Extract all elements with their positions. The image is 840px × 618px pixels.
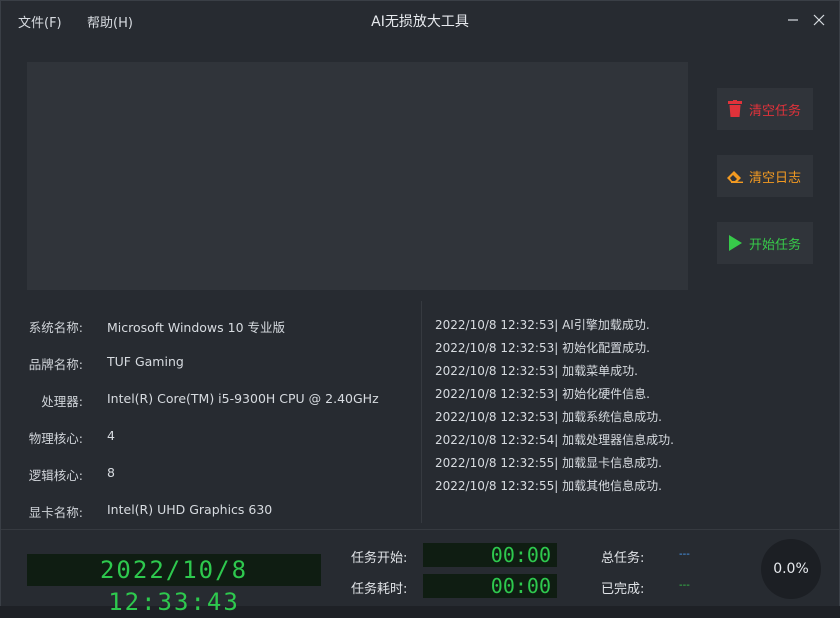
close-button[interactable] [807, 9, 831, 31]
log-line: 2022/10/8 12:32:55| 加载其他信息成功. [435, 479, 662, 493]
clear-tasks-button[interactable]: 清空任务 [717, 88, 813, 130]
info-key: 逻辑核心: [28, 468, 83, 483]
system-info-panel: 系统名称: Microsoft Windows 10 专业版 品牌名称: TUF… [13, 301, 419, 527]
info-value: 8 [107, 465, 115, 480]
info-key: 品牌名称: [28, 357, 83, 372]
log-line: 2022/10/8 12:32:55| 加载显卡信息成功. [435, 456, 662, 470]
clear-tasks-label: 清空任务 [749, 103, 802, 119]
minimize-icon [788, 19, 798, 21]
info-value: Intel(R) Core(TM) i5-9300H CPU @ 2.40GHz [107, 391, 379, 406]
info-row-gpu: 显卡名称: Intel(R) UHD Graphics 630 [13, 502, 419, 522]
info-value: 4 [107, 428, 115, 443]
start-task-button[interactable]: 开始任务 [717, 222, 813, 264]
task-preview-area[interactable] [27, 62, 688, 290]
eraser-icon [725, 166, 745, 186]
start-task-label: 开始任务 [749, 237, 802, 253]
minimize-button[interactable] [781, 9, 805, 31]
log-line: 2022/10/8 12:32:53| 初始化配置成功. [435, 341, 650, 355]
log-line: 2022/10/8 12:32:54| 加载处理器信息成功. [435, 433, 674, 447]
log-panel[interactable]: 2022/10/8 12:32:53| AI引擎加载成功. 2022/10/8 … [435, 309, 825, 519]
info-row-cpu: 处理器: Intel(R) Core(TM) i5-9300H CPU @ 2.… [13, 391, 419, 411]
log-line: 2022/10/8 12:32:53| AI引擎加载成功. [435, 318, 650, 332]
app-window: 文件(F) 帮助(H) AI无损放大工具 清空任务 清空日志 开始任务 系统名称… [0, 0, 840, 616]
task-elapsed-display: 00:00 [423, 574, 557, 598]
info-value: Microsoft Windows 10 专业版 [107, 320, 286, 335]
title-bar: 文件(F) 帮助(H) AI无损放大工具 [1, 1, 839, 41]
clock-display: 2022/10/8 12:33:43 [27, 554, 321, 616]
info-key: 系统名称: [28, 320, 83, 335]
info-key: 物理核心: [28, 431, 83, 446]
task-start-label: 任务开始: [351, 551, 408, 566]
info-row-physical-cores: 物理核心: 4 [13, 428, 419, 448]
info-key: 处理器: [41, 394, 83, 409]
info-row-os: 系统名称: Microsoft Windows 10 专业版 [13, 317, 419, 337]
window-title: AI无损放大工具 [371, 14, 469, 30]
progress-ring: 0.0% [761, 539, 821, 599]
log-line: 2022/10/8 12:32:53| 加载系统信息成功. [435, 410, 662, 424]
task-start-display: 00:00 [423, 543, 557, 567]
total-tasks-label: 总任务: [601, 551, 645, 566]
progress-percent: 0.0% [773, 561, 809, 577]
task-elapsed-label: 任务耗时: [351, 582, 408, 597]
total-tasks-value: --- [679, 549, 690, 560]
info-row-logical-cores: 逻辑核心: 8 [13, 465, 419, 485]
completed-value: --- [679, 580, 690, 591]
divider [421, 301, 422, 523]
close-icon [813, 14, 825, 26]
info-value: TUF Gaming [107, 354, 184, 369]
clear-log-button[interactable]: 清空日志 [717, 155, 813, 197]
status-bar: 2022/10/8 12:33:43 任务开始: 00:00 任务耗时: 00:… [1, 529, 839, 616]
completed-label: 已完成: [601, 582, 645, 597]
info-key: 显卡名称: [28, 505, 83, 520]
log-line: 2022/10/8 12:32:53| 加载菜单成功. [435, 364, 638, 378]
trash-icon [725, 99, 745, 119]
log-line: 2022/10/8 12:32:53| 初始化硬件信息. [435, 387, 650, 401]
play-icon [725, 233, 745, 253]
clear-log-label: 清空日志 [749, 170, 802, 186]
info-value: Intel(R) UHD Graphics 630 [107, 502, 273, 517]
info-row-brand: 品牌名称: TUF Gaming [13, 354, 419, 374]
